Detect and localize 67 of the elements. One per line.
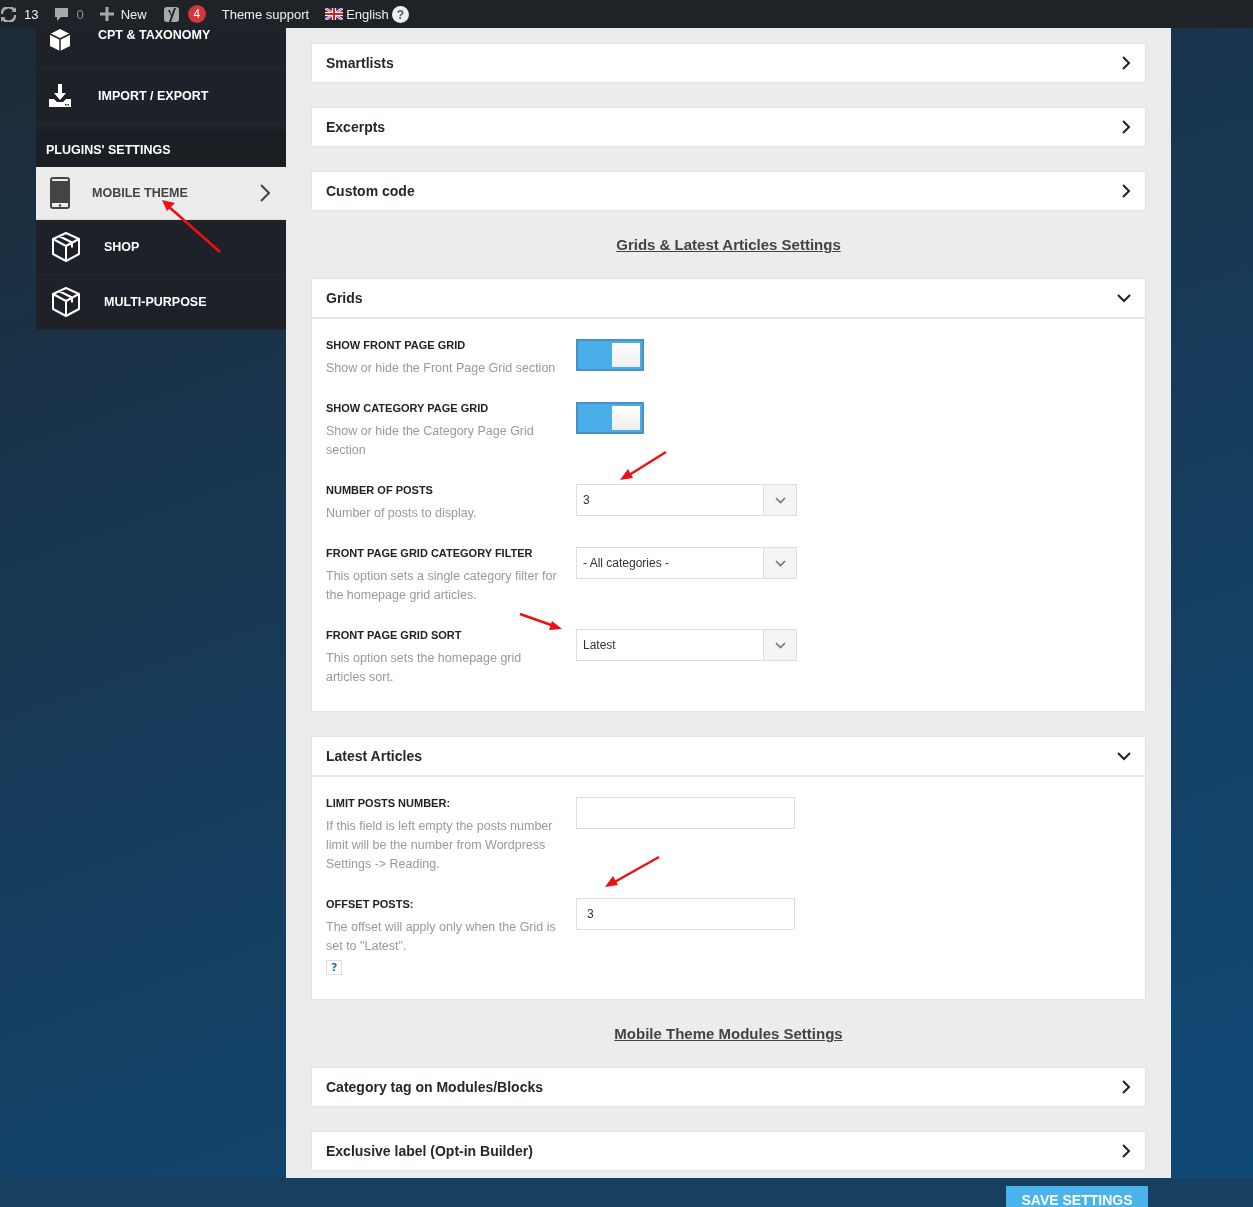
- sidebar-item[interactable]: CPT & TAXONOMY: [36, 28, 286, 69]
- field-description: Number of posts to display.: [326, 505, 478, 522]
- chevron-down-icon: [1117, 751, 1131, 761]
- field-label: SHOW CATEGORY PAGE GRID: [326, 402, 490, 414]
- seo-plugin-icon[interactable]: [162, 5, 181, 23]
- chevron-right-icon: [1122, 184, 1131, 198]
- accordion-header[interactable]: Latest Articles: [312, 737, 1145, 777]
- comments-count[interactable]: 0: [76, 6, 84, 22]
- annotation-arrow: [618, 450, 668, 482]
- accordion-header[interactable]: Excerpts: [312, 108, 1145, 146]
- chevron-right-icon: [1122, 1144, 1131, 1158]
- field-label: LIMIT POSTS NUMBER:: [326, 797, 452, 809]
- language-switcher[interactable]: English: [346, 6, 389, 22]
- section-heading: Grids & Latest Articles Settings: [616, 236, 841, 253]
- toggle-switch[interactable]: [576, 339, 644, 371]
- flag-icon: [325, 8, 344, 20]
- toggle-switch[interactable]: [576, 402, 644, 434]
- sidebar-item[interactable]: MOBILE THEME: [36, 167, 286, 220]
- plus-icon[interactable]: [99, 7, 114, 21]
- field-label: FRONT PAGE GRID SORT: [326, 629, 463, 641]
- help-button[interactable]: ?: [326, 960, 343, 975]
- dropdown-select[interactable]: 3: [576, 484, 797, 516]
- sidebar-item[interactable]: MULTI-PURPOSE: [36, 275, 286, 330]
- field-description: Show or hide the Category Page Grid section: [326, 423, 535, 459]
- accordion-header[interactable]: Custom code: [312, 172, 1145, 210]
- section-heading: Mobile Theme Modules Settings: [614, 1025, 843, 1042]
- chevron-down-icon: [1117, 293, 1131, 303]
- input-field[interactable]: 3: [576, 898, 795, 930]
- field-label: SHOW FRONT PAGE GRID: [326, 339, 467, 351]
- field-description: Show or hide the Front Page Grid section: [326, 360, 557, 377]
- accordion-header[interactable]: Category tag on Modules/Blocks: [312, 1068, 1145, 1106]
- accordion-header[interactable]: Smartlists: [312, 44, 1145, 82]
- field-label: FRONT PAGE GRID CATEGORY FILTER: [326, 547, 534, 559]
- field-description: This option sets the homepage grid articles sort.: [326, 650, 523, 686]
- accordion-header[interactable]: Exclusive label (Opt-in Builder): [312, 1132, 1145, 1170]
- dropdown-select[interactable]: - All categories -: [576, 547, 797, 579]
- chevron-down-icon: [774, 641, 786, 649]
- updates-count[interactable]: 13: [24, 6, 39, 22]
- phone-icon: [50, 177, 70, 209]
- chevron-right-icon: [1122, 56, 1131, 70]
- annotation-arrow: [603, 855, 661, 889]
- field-label: OFFSET POSTS:: [326, 898, 415, 910]
- annotation-arrow: [518, 612, 564, 632]
- field-description: The offset will apply only when the Grid is set to "Latest".: [326, 919, 557, 955]
- dropdown-select[interactable]: Latest: [576, 629, 797, 661]
- download-icon: [48, 84, 72, 108]
- box-icon: [50, 286, 82, 318]
- chevron-down-icon: [774, 496, 786, 504]
- field-description: If this field is left empty the posts number limit will be the number from Wordpress Settings -> Reading.: [326, 818, 554, 873]
- input-field[interactable]: [576, 797, 795, 829]
- box-icon: [50, 231, 82, 263]
- field-label: NUMBER OF POSTS: [326, 484, 434, 496]
- chevron-right-icon: [1122, 120, 1131, 134]
- field-description: This option sets a single category filter for the homepage grid articles.: [326, 568, 558, 604]
- chevron-right-icon: [1122, 1080, 1131, 1094]
- annotation-arrow: [160, 198, 222, 254]
- accordion-header[interactable]: Grids: [312, 279, 1145, 319]
- sidebar-section-title: PLUGINS' SETTINGS: [36, 132, 286, 167]
- help-icon[interactable]: ?: [391, 5, 409, 23]
- comment-icon[interactable]: [54, 6, 70, 22]
- sidebar-item[interactable]: SHOP: [36, 220, 286, 275]
- chevron-down-icon: [774, 559, 786, 567]
- notification-badge: 4: [187, 5, 206, 23]
- new-link[interactable]: New: [120, 6, 147, 22]
- theme-support-link[interactable]: Theme support: [213, 6, 318, 22]
- chevron-right-icon: [260, 184, 270, 202]
- refresh-icon[interactable]: [0, 6, 17, 22]
